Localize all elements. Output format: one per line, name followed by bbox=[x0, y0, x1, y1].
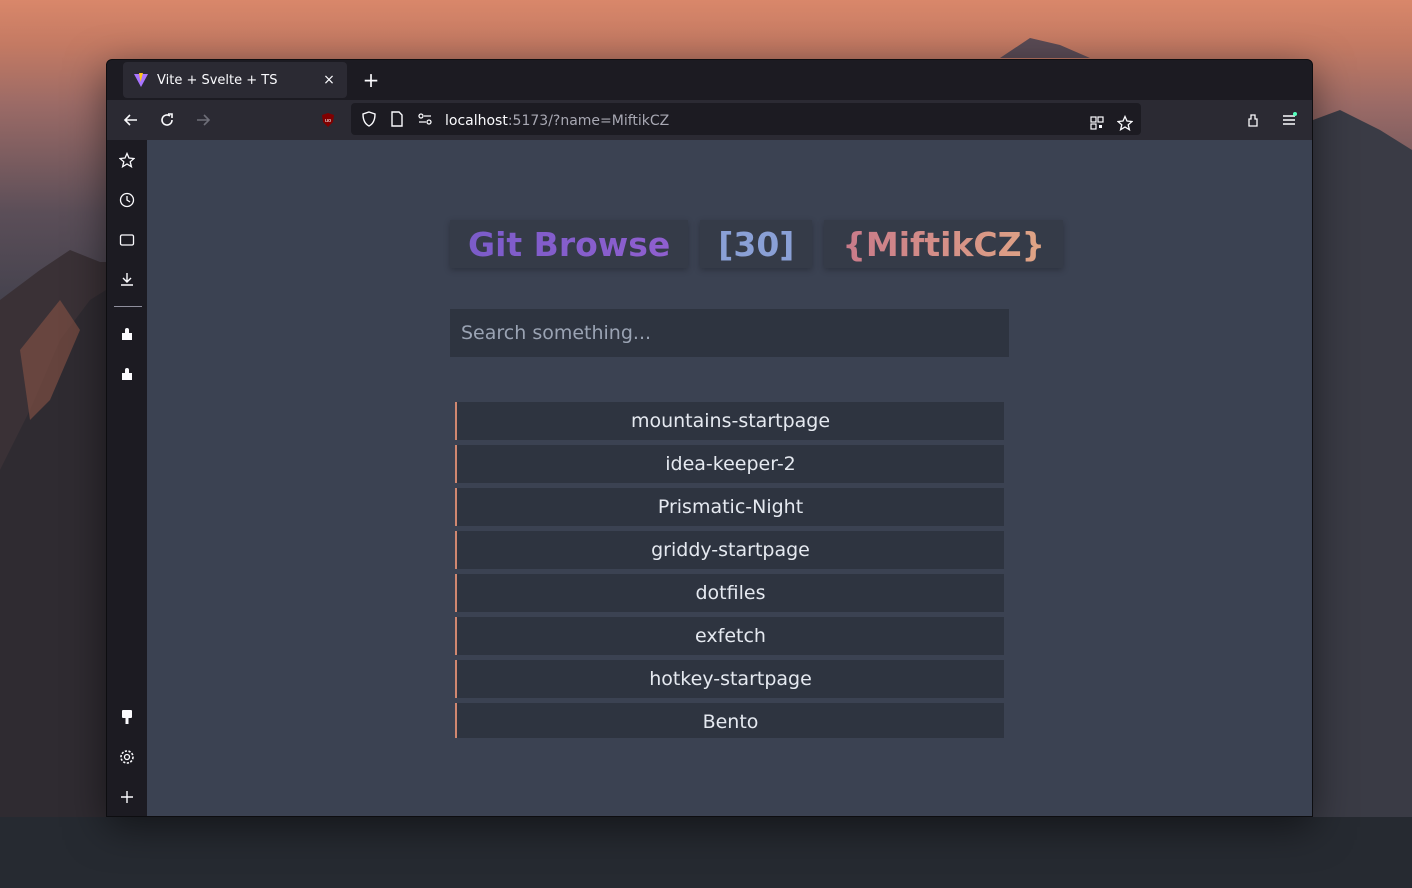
tab-title: Vite + Svelte + TS bbox=[157, 72, 278, 88]
title-box: Git Browse bbox=[450, 220, 689, 268]
repo-list: mountains-startpage idea-keeper-2 Prisma… bbox=[455, 402, 1004, 738]
theme-icon[interactable] bbox=[117, 707, 137, 727]
username: {MiftikCZ} bbox=[842, 224, 1046, 264]
sidebar-divider bbox=[114, 306, 142, 307]
bookmarks-icon[interactable] bbox=[117, 150, 137, 170]
downloads-icon[interactable] bbox=[117, 269, 137, 289]
repo-item[interactable]: hotkey-startpage bbox=[455, 660, 1004, 698]
extension-icon[interactable] bbox=[117, 324, 137, 344]
search-input[interactable] bbox=[450, 309, 1009, 357]
close-tab-icon[interactable]: × bbox=[321, 72, 337, 88]
app-title: Git Browse bbox=[468, 224, 671, 264]
browser-sidebar bbox=[107, 140, 147, 816]
qr-code-icon[interactable] bbox=[1085, 111, 1109, 135]
svg-text:uo: uo bbox=[325, 118, 331, 124]
repo-item[interactable]: griddy-startpage bbox=[455, 531, 1004, 569]
url-text[interactable]: localhost:5173/?name=MiftikCZ bbox=[445, 110, 669, 129]
ublock-icon[interactable]: uo bbox=[316, 108, 340, 132]
new-tab-button[interactable]: + bbox=[359, 68, 383, 92]
url-host: localhost bbox=[445, 112, 508, 129]
menu-icon[interactable] bbox=[1277, 108, 1301, 132]
url-path: :5173/?name=MiftikCZ bbox=[507, 112, 670, 129]
extensions-icon[interactable] bbox=[1241, 108, 1265, 132]
tabs-icon[interactable] bbox=[117, 230, 137, 250]
reload-icon[interactable] bbox=[155, 108, 179, 132]
browser-window: Vite + Svelte + TS × + uo localhost:5173… bbox=[106, 59, 1313, 817]
repo-item[interactable]: Bento bbox=[455, 703, 1004, 738]
repo-item[interactable]: idea-keeper-2 bbox=[455, 445, 1004, 483]
page-content: Git Browse [30] {MiftikCZ} mountains-sta… bbox=[147, 140, 1312, 816]
history-icon[interactable] bbox=[117, 190, 137, 210]
repo-item[interactable]: Prismatic-Night bbox=[455, 488, 1004, 526]
navigation-toolbar: uo localhost:5173/?name=MiftikCZ bbox=[107, 100, 1312, 140]
browser-tab[interactable]: Vite + Svelte + TS × bbox=[123, 62, 347, 98]
shield-icon[interactable] bbox=[357, 107, 381, 131]
bookmark-star-icon[interactable] bbox=[1113, 111, 1137, 135]
url-bar[interactable]: localhost:5173/?name=MiftikCZ bbox=[351, 103, 1141, 135]
permissions-icon[interactable] bbox=[413, 107, 437, 131]
repo-item[interactable]: dotfiles bbox=[455, 574, 1004, 612]
repo-item[interactable]: exfetch bbox=[455, 617, 1004, 655]
user-box: {MiftikCZ} bbox=[824, 220, 1064, 268]
repo-item[interactable]: mountains-startpage bbox=[455, 402, 1004, 440]
page-icon[interactable] bbox=[385, 107, 409, 131]
add-icon[interactable] bbox=[117, 787, 137, 807]
extension-icon[interactable] bbox=[117, 364, 137, 384]
back-icon[interactable] bbox=[119, 108, 143, 132]
tab-bar: Vite + Svelte + TS × + bbox=[107, 60, 1312, 100]
forward-icon[interactable] bbox=[191, 108, 215, 132]
settings-icon[interactable] bbox=[117, 747, 137, 767]
count-box: [30] bbox=[700, 220, 813, 268]
header: Git Browse [30] {MiftikCZ} bbox=[450, 220, 1064, 268]
vite-icon bbox=[134, 73, 148, 87]
repo-count: [30] bbox=[718, 224, 795, 264]
